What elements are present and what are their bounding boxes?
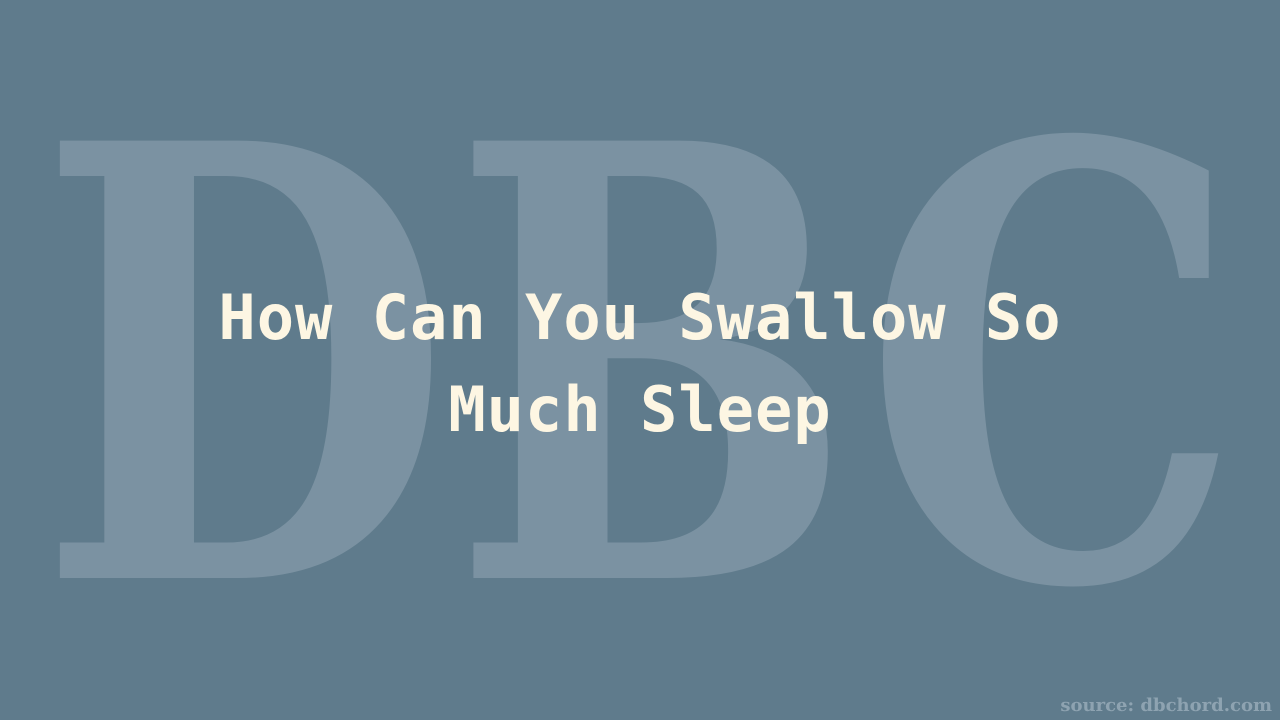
source-credit: source: dbchord.com: [1060, 695, 1272, 716]
song-title: How Can You Swallow So Much Sleep: [218, 281, 1062, 446]
